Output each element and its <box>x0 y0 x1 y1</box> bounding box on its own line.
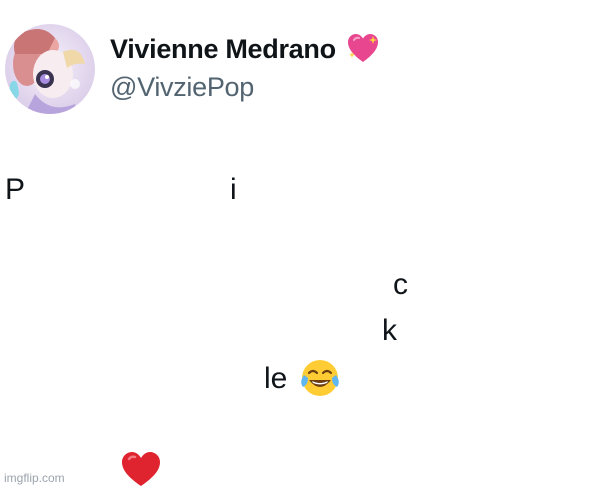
red-heart-icon <box>120 450 162 487</box>
avatar-illustration <box>5 24 95 114</box>
watermark: imgflip.com <box>4 471 65 485</box>
display-name[interactable]: Vivienne Medrano <box>110 34 336 65</box>
tweet-fragment-le: le <box>264 362 288 395</box>
name-row[interactable]: Vivienne Medrano <box>110 32 380 66</box>
tweet-fragment-c: c <box>393 268 408 301</box>
tweet-fragment-k: k <box>382 314 397 347</box>
tweet-fragment-i: i <box>230 173 237 206</box>
sparkling-heart-icon <box>346 32 380 66</box>
avatar[interactable] <box>5 24 95 114</box>
face-with-tears-of-joy-icon <box>300 358 340 398</box>
tweet-fragment-p: P <box>5 173 26 206</box>
user-handle[interactable]: @VivziePop <box>110 72 254 103</box>
